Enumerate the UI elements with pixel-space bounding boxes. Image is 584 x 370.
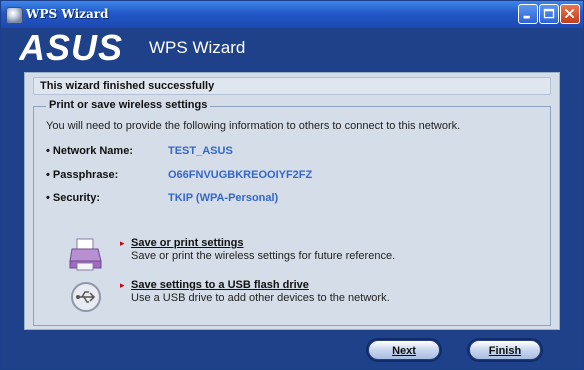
passphrase-value: O66FNVUGBKREOOIYF2FZ [168, 169, 313, 181]
settings-group: Print or save wireless settings You will… [33, 99, 551, 326]
printer-icon [69, 238, 102, 271]
app-icon [6, 7, 23, 24]
save-print-link[interactable]: Save or print settings [131, 237, 243, 249]
wps-wizard-window: WPS Wizard ASUS WPS Wizard This wizard f… [0, 0, 584, 370]
intro-text: You will need to provide the following i… [46, 120, 461, 132]
network-name-label: • Network Name: [46, 145, 133, 157]
header-title: WPS Wizard [149, 38, 246, 57]
content-panel: This wizard finished successfully Print … [24, 72, 560, 330]
close-button[interactable] [560, 4, 580, 24]
maximize-icon [543, 8, 555, 19]
passphrase-label: • Passphrase: [46, 169, 119, 181]
arrow-bullet-icon: ▸ [120, 280, 125, 290]
save-print-description: Save or print the wireless settings for … [131, 250, 396, 262]
next-button[interactable]: Next [368, 340, 440, 360]
svg-text:ASUS: ASUS [19, 32, 123, 64]
network-name-value: TEST_ASUS [168, 145, 233, 157]
usb-save-link[interactable]: Save settings to a USB flash drive [131, 279, 309, 291]
usb-icon [71, 282, 101, 312]
window-title: WPS Wizard [26, 7, 109, 21]
close-icon [564, 8, 575, 19]
asus-logo: ASUS [19, 32, 123, 64]
group-legend: Print or save wireless settings [46, 99, 211, 111]
usb-description: Use a USB drive to add other devices to … [131, 292, 390, 304]
minimize-button[interactable] [518, 4, 538, 24]
arrow-bullet-icon: ▸ [120, 238, 125, 248]
maximize-button[interactable] [539, 4, 559, 24]
security-label: • Security: [46, 192, 100, 204]
status-bar: This wizard finished successfully [33, 77, 551, 95]
finish-button[interactable]: Finish [469, 340, 541, 360]
minimize-icon [523, 15, 530, 19]
status-message: This wizard finished successfully [40, 80, 215, 92]
title-bar[interactable]: WPS Wizard [1, 1, 583, 28]
wizard-header: ASUS WPS Wizard [1, 28, 583, 72]
security-value: TKIP (WPA-Personal) [168, 192, 279, 204]
